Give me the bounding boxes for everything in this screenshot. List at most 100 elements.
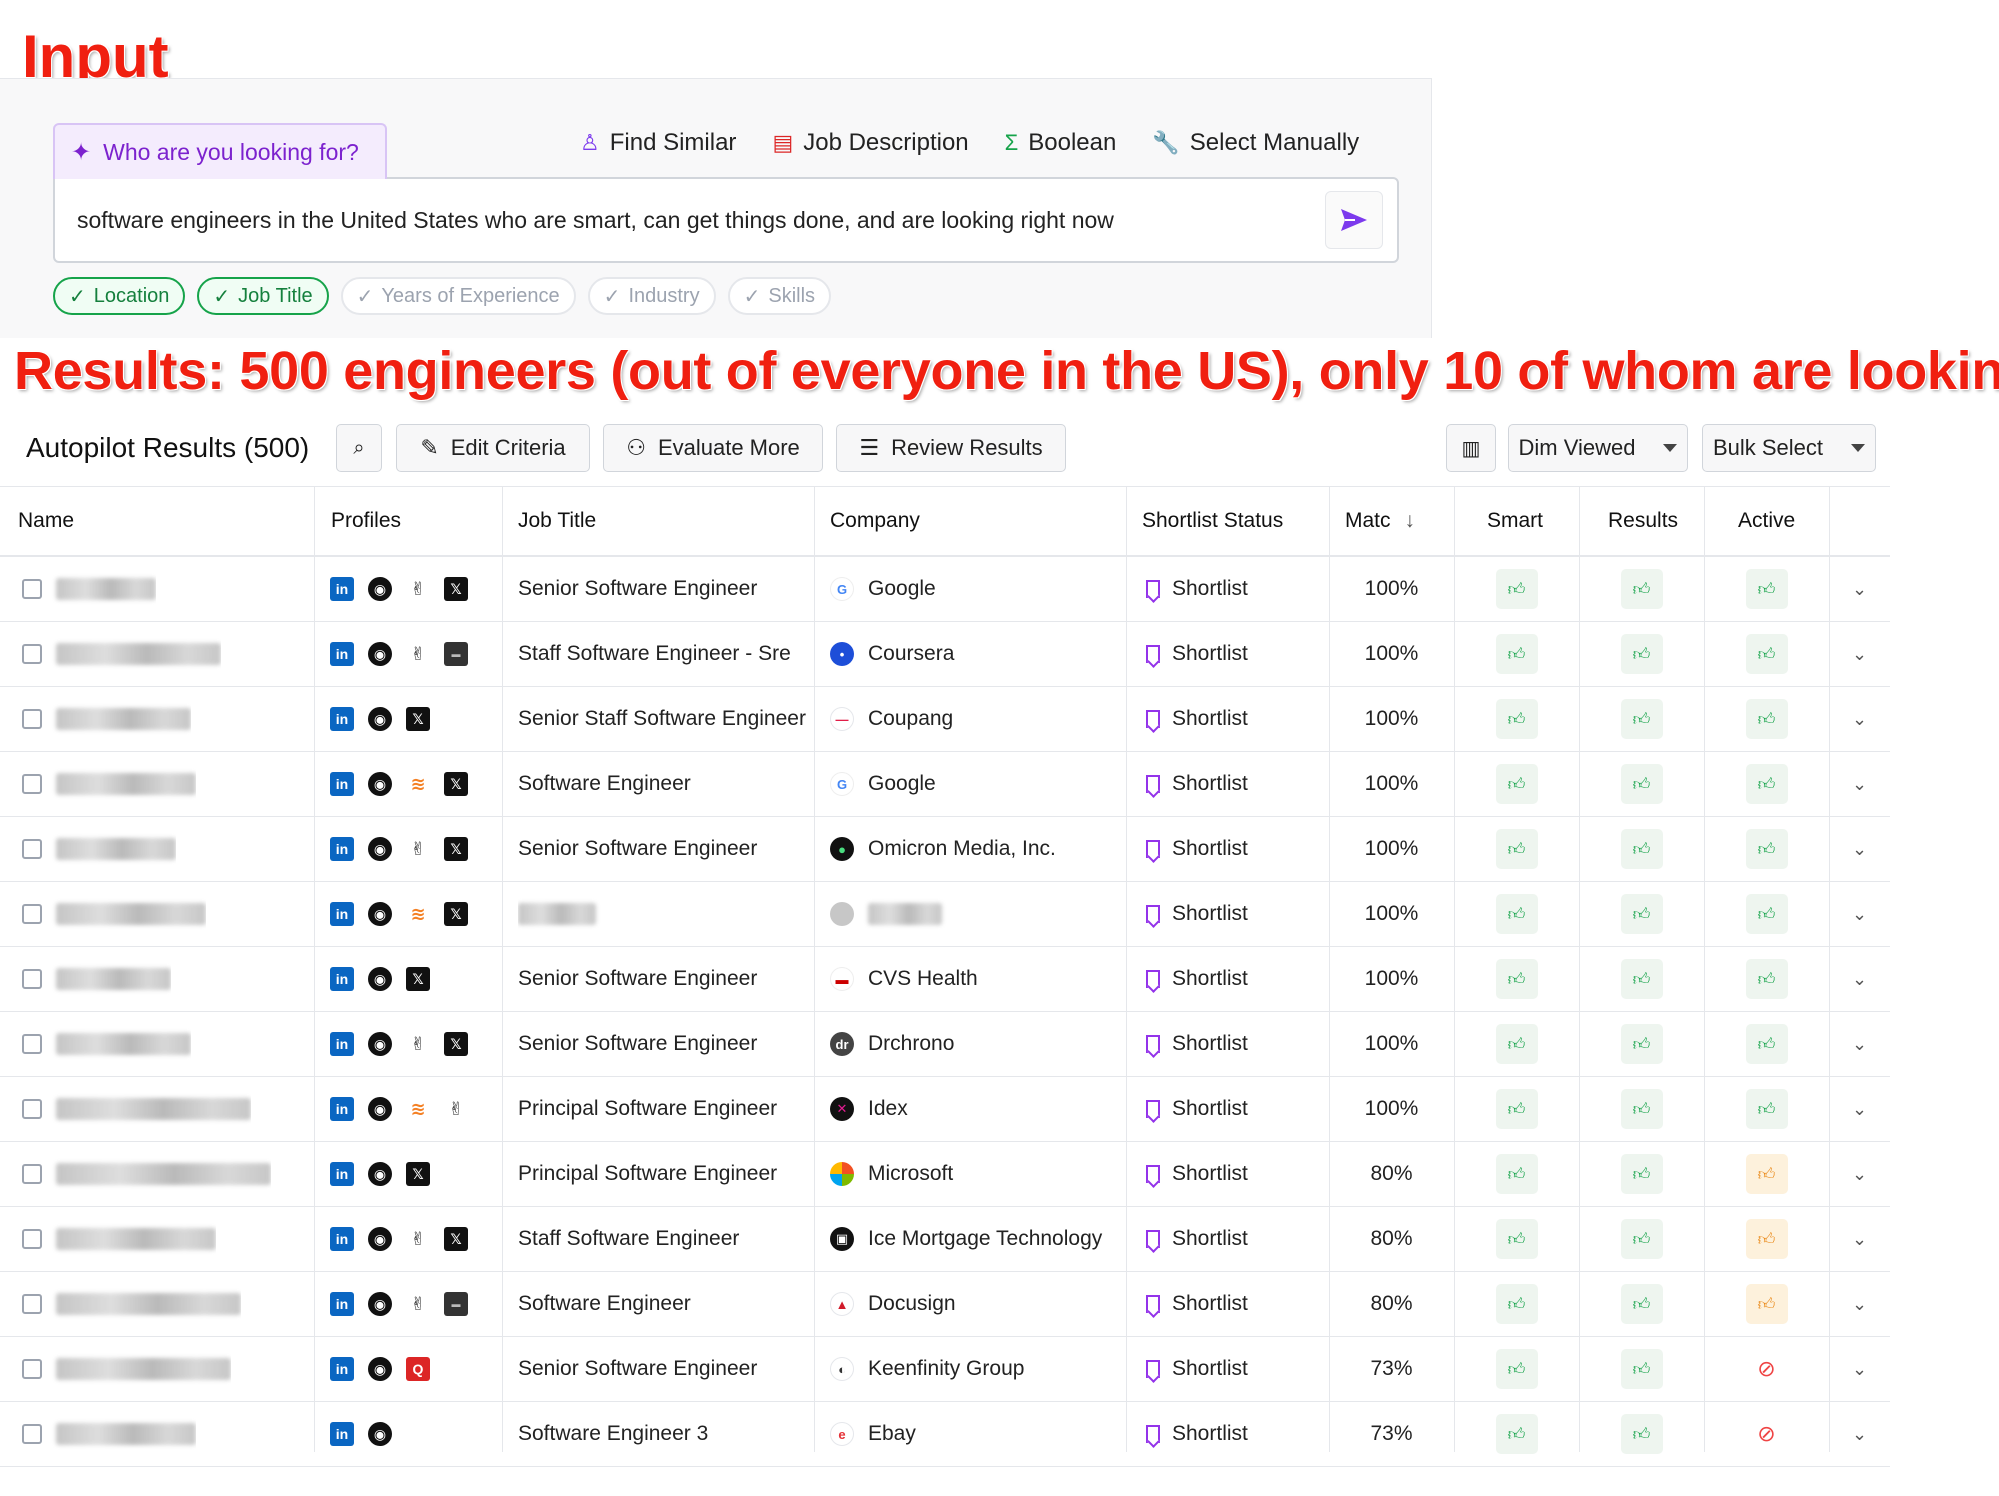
chevron-down-icon[interactable]: ⌄ (1852, 579, 1867, 600)
chip-years-of-experience[interactable]: ✓ Years of Experience (340, 277, 576, 315)
row-checkbox[interactable] (22, 709, 42, 729)
linkedin-icon[interactable]: in (330, 1292, 354, 1316)
linkedin-icon[interactable]: in (330, 837, 354, 861)
chevron-down-icon[interactable]: ⌄ (1852, 1294, 1867, 1315)
table-row[interactable]: in ◉ ≋ 𝕏 Software Engineer G Google Shortlist 10… (0, 752, 1890, 817)
chevron-down-icon[interactable]: ⌄ (1852, 1164, 1867, 1185)
stackoverflow-icon[interactable]: ≋ (406, 1097, 430, 1121)
candidate-name-redacted[interactable] (56, 578, 156, 600)
thumbs-up-icon[interactable]: 👍︎ (1745, 1089, 1788, 1129)
thumbs-up-icon[interactable]: 👍︎ (1745, 1154, 1788, 1194)
chevron-down-icon[interactable]: ⌄ (1852, 1359, 1867, 1380)
thumbs-up-icon[interactable]: 👍︎ (1620, 894, 1663, 934)
chip-skills[interactable]: ✓ Skills (727, 277, 832, 315)
thumbs-up-icon[interactable]: 👍︎ (1620, 1414, 1663, 1454)
github-icon[interactable]: ◉ (368, 1357, 392, 1381)
thumbs-up-icon[interactable]: 👍︎ (1495, 1414, 1538, 1454)
header-match[interactable]: Matc ↓ (1345, 487, 1415, 555)
header-shortlist-status[interactable]: Shortlist Status (1142, 487, 1283, 555)
angellist-icon[interactable]: ✌ (444, 1097, 468, 1121)
bulk-select-dropdown[interactable]: Bulk Select (1702, 424, 1876, 472)
chip-location[interactable]: ✓ Location (53, 277, 186, 315)
dim-viewed-dropdown[interactable]: Dim Viewed (1508, 424, 1688, 472)
chevron-down-icon[interactable]: ⌄ (1852, 1099, 1867, 1120)
thumbs-up-icon[interactable]: 👍︎ (1495, 764, 1538, 804)
thumbs-up-icon[interactable]: 👍︎ (1495, 1219, 1538, 1259)
select-manually-link[interactable]: 🔧 Select Manually (1152, 129, 1359, 157)
row-checkbox[interactable] (22, 1424, 42, 1444)
linkedin-icon[interactable]: in (330, 1162, 354, 1186)
thumbs-up-icon[interactable]: 👍︎ (1620, 1154, 1663, 1194)
thumbs-up-icon[interactable]: 👍︎ (1745, 699, 1788, 739)
github-icon[interactable]: ◉ (368, 967, 392, 991)
x-twitter-icon[interactable]: 𝕏 (406, 967, 430, 991)
thumbs-up-icon[interactable]: 👍︎ (1745, 569, 1788, 609)
row-checkbox[interactable] (22, 904, 42, 924)
chip-job-title[interactable]: ✓ Job Title (197, 277, 329, 315)
thumbs-up-icon[interactable]: 👍︎ (1620, 1024, 1663, 1064)
angellist-icon[interactable]: ✌ (406, 837, 430, 861)
linkedin-icon[interactable]: in (330, 1097, 354, 1121)
send-button[interactable] (1325, 191, 1383, 249)
row-checkbox[interactable] (22, 644, 42, 664)
shortlist-button[interactable]: Shortlist (1146, 1207, 1248, 1271)
x-twitter-icon[interactable]: 𝕏 (406, 707, 430, 731)
evaluate-more-button[interactable]: ⚇ Evaluate More (603, 424, 823, 472)
candidate-name-redacted[interactable] (56, 708, 191, 730)
github-icon[interactable]: ◉ (368, 1292, 392, 1316)
angellist-icon[interactable]: ✌ (406, 642, 430, 666)
row-checkbox[interactable] (22, 1164, 42, 1184)
github-icon[interactable]: ◉ (368, 1162, 392, 1186)
quora-icon[interactable]: Q (406, 1357, 430, 1381)
thumbs-up-icon[interactable]: 👍︎ (1620, 829, 1663, 869)
linkedin-icon[interactable]: in (330, 707, 354, 731)
candidate-name-redacted[interactable] (56, 1033, 191, 1055)
x-twitter-icon[interactable]: 𝕏 (444, 837, 468, 861)
candidate-name-redacted[interactable] (56, 838, 176, 860)
shortlist-button[interactable]: Shortlist (1146, 1142, 1248, 1206)
not-allowed-icon[interactable]: ⊘ (1745, 1349, 1788, 1389)
linkedin-icon[interactable]: in (330, 772, 354, 796)
angellist-icon[interactable]: ✌ (406, 1292, 430, 1316)
chip-industry[interactable]: ✓ Industry (587, 277, 716, 315)
table-row[interactable]: in ◉ ≋ ✌ Principal Software Engineer ✕ Idex Sho… (0, 1077, 1890, 1142)
table-row[interactable]: in ◉ ≋ 𝕏 Shortlist 100% 👍︎ 👍︎ 👍︎ ⌄ (0, 882, 1890, 947)
thumbs-up-icon[interactable]: 👍︎ (1620, 1089, 1663, 1129)
profile-site-icon[interactable]: ▬ (444, 642, 468, 666)
header-smart[interactable]: Smart (1487, 487, 1543, 555)
thumbs-up-icon[interactable]: 👍︎ (1495, 829, 1538, 869)
thumbs-up-icon[interactable]: 👍︎ (1620, 1284, 1663, 1324)
stackoverflow-icon[interactable]: ≋ (406, 902, 430, 926)
linkedin-icon[interactable]: in (330, 1227, 354, 1251)
github-icon[interactable]: ◉ (368, 1032, 392, 1056)
thumbs-up-icon[interactable]: 👍︎ (1495, 894, 1538, 934)
chevron-down-icon[interactable]: ⌄ (1852, 709, 1867, 730)
candidate-name-redacted[interactable] (56, 1358, 231, 1380)
header-name[interactable]: Name (18, 487, 74, 555)
chevron-down-icon[interactable]: ⌄ (1852, 969, 1867, 990)
linkedin-icon[interactable]: in (330, 642, 354, 666)
shortlist-button[interactable]: Shortlist (1146, 1077, 1248, 1141)
header-job-title[interactable]: Job Title (518, 487, 596, 555)
candidate-name-redacted[interactable] (56, 773, 196, 795)
x-twitter-icon[interactable]: 𝕏 (444, 1032, 468, 1056)
thumbs-up-icon[interactable]: 👍︎ (1745, 829, 1788, 869)
linkedin-icon[interactable]: in (330, 1032, 354, 1056)
chevron-down-icon[interactable]: ⌄ (1852, 904, 1867, 925)
github-icon[interactable]: ◉ (368, 837, 392, 861)
thumbs-up-icon[interactable]: 👍︎ (1495, 1284, 1538, 1324)
review-results-button[interactable]: ☰ Review Results (836, 424, 1066, 472)
candidate-name-redacted[interactable] (56, 903, 206, 925)
shortlist-button[interactable]: Shortlist (1146, 1012, 1248, 1076)
table-row[interactable]: in ◉ ✌ 𝕏 Staff Software Engineer ▣ Ice Mortgag… (0, 1207, 1890, 1272)
candidate-name-redacted[interactable] (56, 643, 221, 665)
table-row[interactable]: in ◉ ✌ 𝕏 Senior Software Engineer dr Drchrono S… (0, 1012, 1890, 1077)
github-icon[interactable]: ◉ (368, 902, 392, 926)
thumbs-up-icon[interactable]: 👍︎ (1620, 1349, 1663, 1389)
thumbs-up-icon[interactable]: 👍︎ (1745, 1024, 1788, 1064)
row-checkbox[interactable] (22, 1294, 42, 1314)
who-are-you-looking-for-tab[interactable]: ✦ Who are you looking for? (53, 123, 387, 179)
chevron-down-icon[interactable]: ⌄ (1852, 1229, 1867, 1250)
angellist-icon[interactable]: ✌ (406, 577, 430, 601)
angellist-icon[interactable]: ✌ (406, 1227, 430, 1251)
